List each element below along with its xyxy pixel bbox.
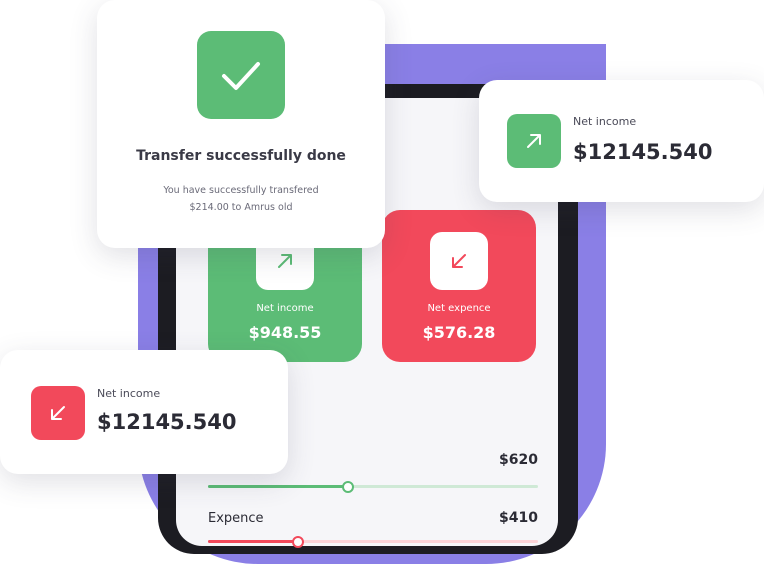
arrow-down-left-icon: [31, 386, 85, 440]
net-expense-label: Net expence: [427, 303, 491, 314]
income-progress-knob[interactable]: [341, 481, 354, 493]
summary-income-label: Net income: [573, 115, 637, 128]
net-income-value: $948.55: [248, 323, 322, 342]
transfer-message-line2: $214.00 to Amrus old: [189, 202, 293, 213]
expense-amount: $410: [499, 510, 538, 526]
income-amount: $620: [499, 452, 538, 468]
expense-label: Expence: [208, 511, 264, 526]
expense-progress-fill: [208, 540, 298, 543]
income-progress-fill: [208, 485, 347, 488]
transfer-message-line1: You have successfully transfered: [163, 185, 319, 196]
summary-income-value: $12145.540: [573, 140, 713, 164]
checkmark-icon: [197, 31, 285, 119]
expense-progress-row: Expence $410: [208, 510, 538, 550]
transfer-message: You have successfully transfered $214.00…: [97, 182, 385, 216]
expense-progress-knob[interactable]: [292, 536, 305, 548]
net-expense-card[interactable]: Net expence $576.28: [382, 210, 536, 362]
arrow-down-left-icon: [430, 232, 488, 290]
net-expense-value: $576.28: [422, 323, 496, 342]
loss-income-label: Net income: [97, 387, 161, 400]
net-income-summary-card: Net income $12145.540: [479, 80, 764, 202]
transfer-title: Transfer successfully done: [136, 148, 346, 164]
net-income-label: Net income: [256, 303, 314, 314]
transfer-success-card: Transfer successfully done You have succ…: [97, 0, 385, 248]
arrow-up-right-icon: [507, 114, 561, 168]
net-income-loss-card: Net income $12145.540: [0, 350, 288, 474]
loss-income-value: $12145.540: [97, 410, 237, 434]
